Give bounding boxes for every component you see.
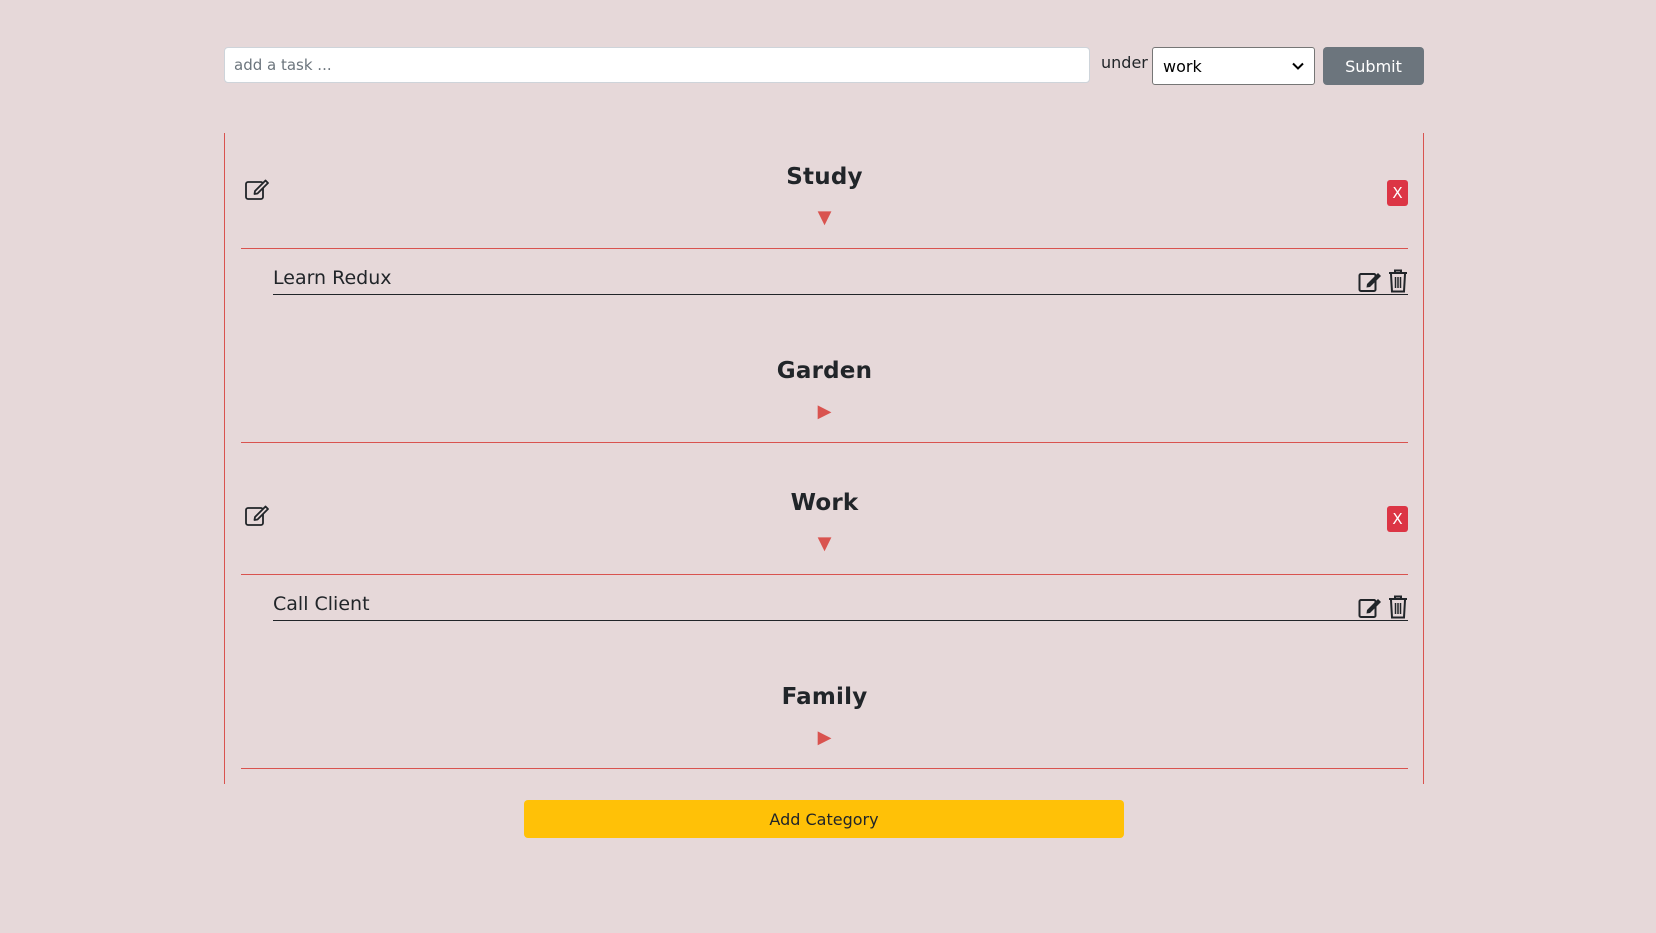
delete-category-button[interactable]: X <box>1387 506 1408 532</box>
submit-button[interactable]: Submit <box>1323 47 1424 85</box>
category-title: Garden <box>776 358 873 384</box>
category-study: Study ▼ X <box>241 133 1408 249</box>
add-task-form: under work Submit <box>224 47 1424 85</box>
category-title: Study <box>786 164 863 190</box>
add-category-button[interactable]: Add Category <box>524 800 1124 838</box>
delete-category-button[interactable]: X <box>1387 180 1408 206</box>
category-work: Work ▼ X <box>241 459 1408 575</box>
under-label: under <box>1101 53 1148 72</box>
category-title: Family <box>781 684 868 710</box>
expand-toggle-icon[interactable]: ▶ <box>241 727 1408 748</box>
expand-toggle-icon[interactable]: ▶ <box>241 401 1408 422</box>
task-item: Call Client <box>273 574 1408 621</box>
chevron-down-icon <box>1292 62 1304 70</box>
category-family: Family ▶ <box>241 653 1408 769</box>
edit-task-icon[interactable] <box>1358 595 1382 619</box>
collapse-toggle-icon[interactable]: ▼ <box>241 207 1408 228</box>
category-select-value: work <box>1163 56 1202 76</box>
task-label: Call Client <box>273 593 370 615</box>
task-label: Learn Redux <box>273 267 392 289</box>
edit-task-icon[interactable] <box>1358 269 1382 293</box>
category-select[interactable]: work <box>1152 47 1315 85</box>
trash-icon[interactable] <box>1388 595 1408 619</box>
category-title: Work <box>790 490 859 516</box>
collapse-toggle-icon[interactable]: ▼ <box>241 533 1408 554</box>
task-item: Learn Redux <box>273 248 1408 295</box>
category-garden: Garden ▶ <box>241 327 1408 443</box>
categories-panel: Study ▼ X Learn Redux Garden ▶ Work ▼ X … <box>224 133 1424 784</box>
trash-icon[interactable] <box>1388 269 1408 293</box>
task-input[interactable] <box>224 47 1090 83</box>
